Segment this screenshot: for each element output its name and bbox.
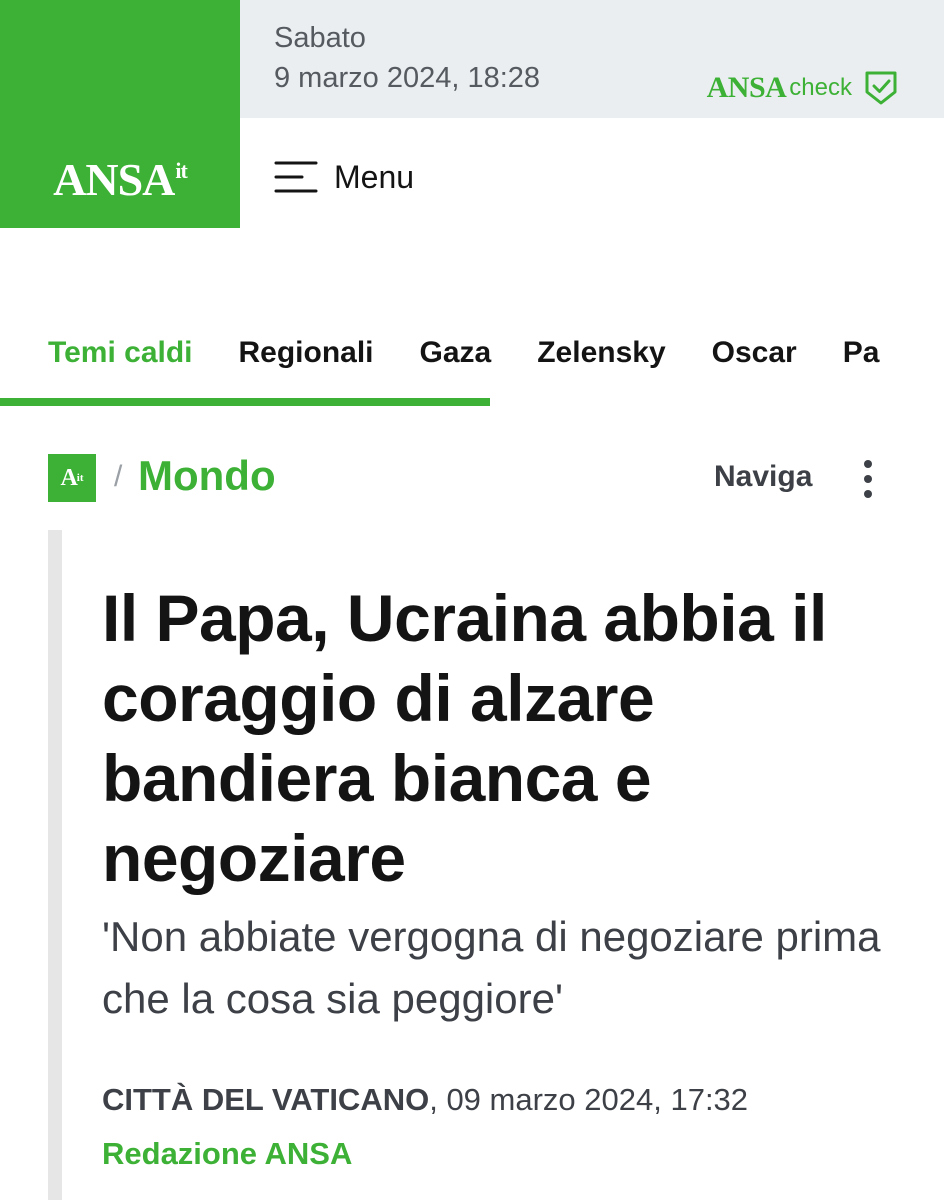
shield-check-icon bbox=[865, 71, 897, 105]
tab-oscar[interactable]: Oscar bbox=[712, 336, 797, 370]
ansa-logo-text: ANSAit bbox=[53, 153, 188, 206]
dateline-place: CITTÀ DEL VATICANO bbox=[102, 1082, 430, 1117]
breadcrumb-home-logo[interactable]: Ait bbox=[48, 454, 96, 502]
date-bar: Sabato 9 marzo 2024, 18:28 ANSA check bbox=[240, 0, 944, 118]
breadcrumb-section-mondo[interactable]: Mondo bbox=[138, 452, 276, 500]
menu-button[interactable]: Menu bbox=[272, 158, 414, 196]
date-full: 9 marzo 2024, 18:28 bbox=[274, 62, 541, 94]
article-subtitle: 'Non abbiate vergogna di negoziare prima… bbox=[102, 913, 881, 1022]
breadcrumb-logo-suffix: it bbox=[76, 472, 84, 484]
logo-suffix: it bbox=[175, 158, 187, 184]
ansa-check-word: check bbox=[789, 74, 852, 101]
naviga-button[interactable]: Naviga bbox=[714, 460, 812, 494]
date-day: Sabato bbox=[274, 22, 366, 54]
breadcrumb-separator: / bbox=[114, 460, 123, 493]
ansa-logo[interactable]: ANSAit bbox=[0, 0, 240, 228]
hot-topics-tabs[interactable]: Temi caldi Regionali Gaza Zelensky Oscar Pa bbox=[0, 328, 944, 408]
article-headline: Il Papa, Ucraina abbia il coraggio di al… bbox=[102, 581, 827, 895]
tab-gaza[interactable]: Gaza bbox=[420, 336, 492, 370]
ansa-check-link[interactable]: ANSA check bbox=[707, 70, 898, 106]
tabs-scroll-indicator bbox=[0, 398, 490, 406]
kebab-vertical-icon[interactable] bbox=[856, 458, 880, 502]
menu-label: Menu bbox=[334, 158, 415, 195]
tab-temi-caldi[interactable]: Temi caldi bbox=[48, 336, 193, 370]
breadcrumb-logo-text: A bbox=[60, 464, 77, 491]
tab-regionali[interactable]: Regionali bbox=[239, 336, 374, 370]
article-byline[interactable]: Redazione ANSA bbox=[102, 1136, 352, 1172]
article-left-rule bbox=[48, 530, 62, 1200]
ansa-check-brand: ANSA bbox=[706, 71, 787, 104]
hamburger-menu-icon bbox=[274, 161, 318, 193]
tab-partial[interactable]: Pa bbox=[843, 336, 880, 370]
article-dateline: CITTÀ DEL VATICANO, 09 marzo 2024, 17:32 bbox=[102, 1082, 748, 1118]
logo-main: ANSA bbox=[53, 153, 175, 205]
tab-zelensky[interactable]: Zelensky bbox=[537, 336, 665, 370]
dateline-date: , 09 marzo 2024, 17:32 bbox=[429, 1082, 749, 1117]
